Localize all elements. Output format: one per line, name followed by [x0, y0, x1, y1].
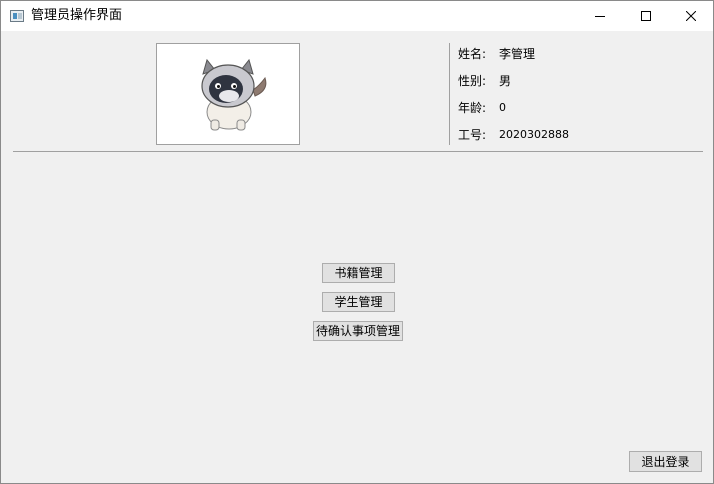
book-management-button[interactable]: 书籍管理	[322, 263, 395, 283]
window-title: 管理员操作界面	[31, 8, 123, 23]
student-management-button[interactable]: 学生管理	[322, 292, 395, 312]
pending-items-button[interactable]: 待确认事项管理	[313, 321, 403, 341]
title-bar[interactable]: 管理员操作界面	[1, 1, 713, 31]
gender-value: 男	[499, 74, 512, 88]
age-label: 年龄:	[458, 101, 487, 115]
app-icon	[10, 10, 24, 22]
maximize-icon	[641, 11, 651, 21]
close-button[interactable]	[668, 1, 714, 31]
avatar	[156, 43, 300, 145]
minimize-button[interactable]	[577, 1, 623, 31]
admin-window: 管理员操作界面 姓名: 李管理 性别: 男 年龄: 0 工号: 20203028…	[0, 0, 714, 484]
name-label: 姓名:	[458, 47, 487, 61]
logout-button[interactable]: 退出登录	[629, 451, 702, 472]
cat-avatar-icon	[201, 58, 267, 131]
employee-id-label: 工号:	[458, 128, 487, 142]
employee-id-value: 2020302888	[499, 128, 569, 141]
close-icon	[686, 11, 696, 21]
minimize-icon	[595, 16, 605, 17]
profile-divider	[449, 43, 450, 145]
name-value: 李管理	[499, 47, 536, 61]
maximize-button[interactable]	[623, 1, 669, 31]
section-divider	[13, 151, 703, 152]
age-value: 0	[499, 101, 506, 114]
gender-label: 性别:	[458, 74, 487, 88]
